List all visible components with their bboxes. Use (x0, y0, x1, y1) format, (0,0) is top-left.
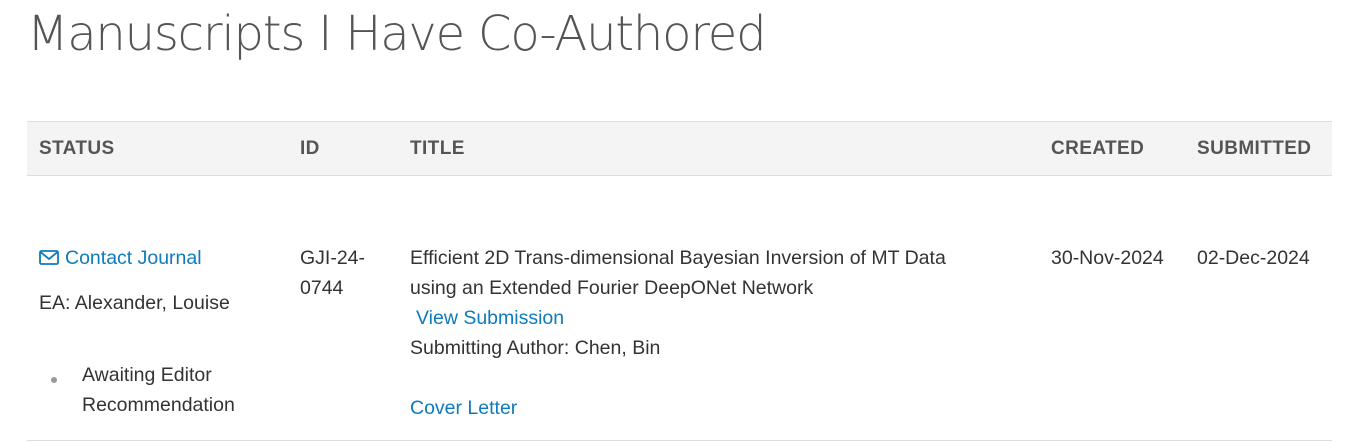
header-status: STATUS (39, 138, 115, 159)
manuscript-id: GJI-24- 0744 (300, 243, 365, 303)
contact-journal-label: Contact Journal (65, 247, 202, 269)
manuscript-id-line-1: GJI-24- (300, 247, 366, 269)
view-submission-label: View Submission (416, 307, 565, 329)
envelope-icon (39, 250, 59, 265)
header-created: CREATED (1051, 138, 1145, 159)
contact-journal-link[interactable]: Contact Journal (39, 243, 202, 273)
manuscript-title-line-1: Efficient 2D Trans-dimensional Bayesian … (410, 247, 946, 269)
header-submitted: SUBMITTED (1197, 138, 1312, 159)
view-submission-link[interactable]: View Submission (416, 303, 564, 333)
manuscript-title-line-2: using an Extended Fourier DeepONet Netwo… (410, 277, 814, 299)
header-title: TITLE (410, 138, 465, 159)
page-title: Manuscripts I Have Co-Authored (27, 6, 767, 62)
created-date: 30-Nov-2024 (1051, 247, 1164, 269)
bullet-icon (51, 377, 57, 383)
table-header-row: STATUS ID TITLE CREATED SUBMITTED (27, 121, 1332, 176)
page: Manuscripts I Have Co-Authored STATUS ID… (0, 0, 1359, 443)
table-row: Contact Journal EA: Alexander, Louise Aw… (27, 176, 1332, 441)
header-id: ID (300, 138, 320, 159)
cover-letter-link[interactable]: Cover Letter (410, 393, 517, 423)
submitted-date: 02-Dec-2024 (1197, 247, 1310, 269)
cover-letter-label: Cover Letter (410, 397, 518, 419)
submitting-author: Submitting Author: Chen, Bin (410, 337, 661, 359)
status-line-1: Awaiting Editor (82, 364, 212, 386)
editorial-assistant: EA: Alexander, Louise (39, 292, 230, 314)
manuscript-status: Awaiting Editor Recommendation (82, 360, 235, 420)
manuscripts-table: STATUS ID TITLE CREATED SUBMITTED Contac… (27, 121, 1332, 441)
manuscript-id-line-2: 0744 (300, 277, 344, 299)
manuscript-title: Efficient 2D Trans-dimensional Bayesian … (410, 243, 946, 303)
status-line-2: Recommendation (82, 394, 235, 416)
